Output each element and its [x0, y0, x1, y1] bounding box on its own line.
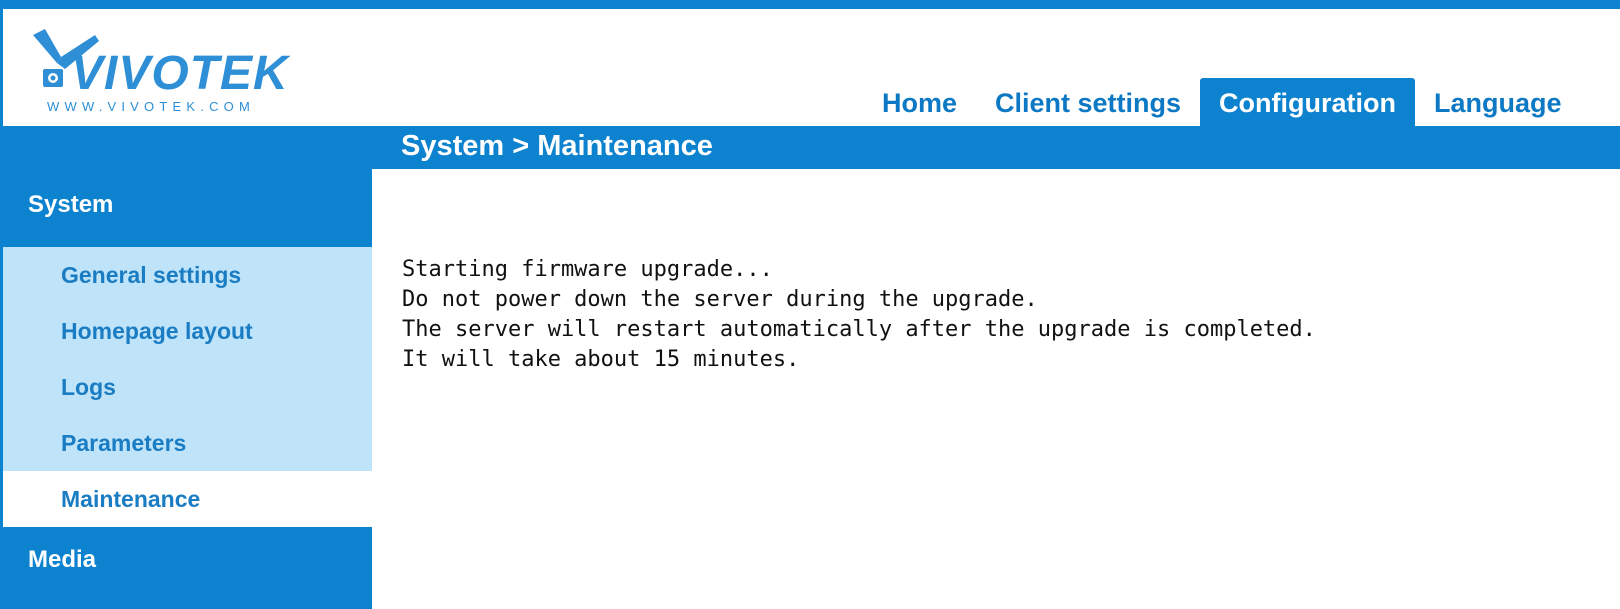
- tab-language[interactable]: Language: [1415, 78, 1581, 126]
- message-line: It will take about 15 minutes.: [402, 347, 800, 372]
- vivotek-logo-graphic: VIVOTEK WWW.VIVOTEK.COM: [33, 29, 291, 114]
- sidebar-item-logs[interactable]: Logs: [3, 359, 372, 415]
- breadcrumb-bar: System > Maintenance: [3, 126, 1620, 169]
- sidebar-section-media[interactable]: Media: [3, 527, 372, 597]
- sidebar: System General settings Homepage layout …: [3, 169, 372, 609]
- tab-configuration[interactable]: Configuration: [1200, 78, 1416, 126]
- sidebar-item-homepage-layout[interactable]: Homepage layout: [3, 303, 372, 359]
- upgrade-status-message: Starting firmware upgrade... Do not power…: [402, 255, 1316, 375]
- tab-client-settings[interactable]: Client settings: [976, 78, 1200, 126]
- top-nav: Home Client settings Configuration Langu…: [863, 76, 1581, 126]
- browser-viewport: VIVOTEK WWW.VIVOTEK.COM Home Client sett…: [0, 0, 1620, 609]
- main-content: Starting firmware upgrade... Do not power…: [372, 169, 1620, 609]
- message-line: The server will restart automatically af…: [402, 317, 1316, 342]
- top-accent-strip: [0, 0, 1620, 9]
- breadcrumb: System > Maintenance: [401, 130, 713, 162]
- sidebar-section-system[interactable]: System: [3, 169, 372, 247]
- message-line: Do not power down the server during the …: [402, 287, 1038, 312]
- vivotek-logo[interactable]: VIVOTEK WWW.VIVOTEK.COM: [31, 29, 331, 124]
- logo-wordmark: VIVOTEK: [71, 47, 291, 100]
- sidebar-system-list: General settings Homepage layout Logs Pa…: [3, 247, 372, 527]
- sidebar-item-general-settings[interactable]: General settings: [3, 247, 372, 303]
- tab-home[interactable]: Home: [863, 78, 976, 126]
- sidebar-item-parameters[interactable]: Parameters: [3, 415, 372, 471]
- logo-url: WWW.VIVOTEK.COM: [47, 99, 255, 114]
- message-line: Starting firmware upgrade...: [402, 257, 773, 282]
- sidebar-item-maintenance[interactable]: Maintenance: [3, 471, 372, 527]
